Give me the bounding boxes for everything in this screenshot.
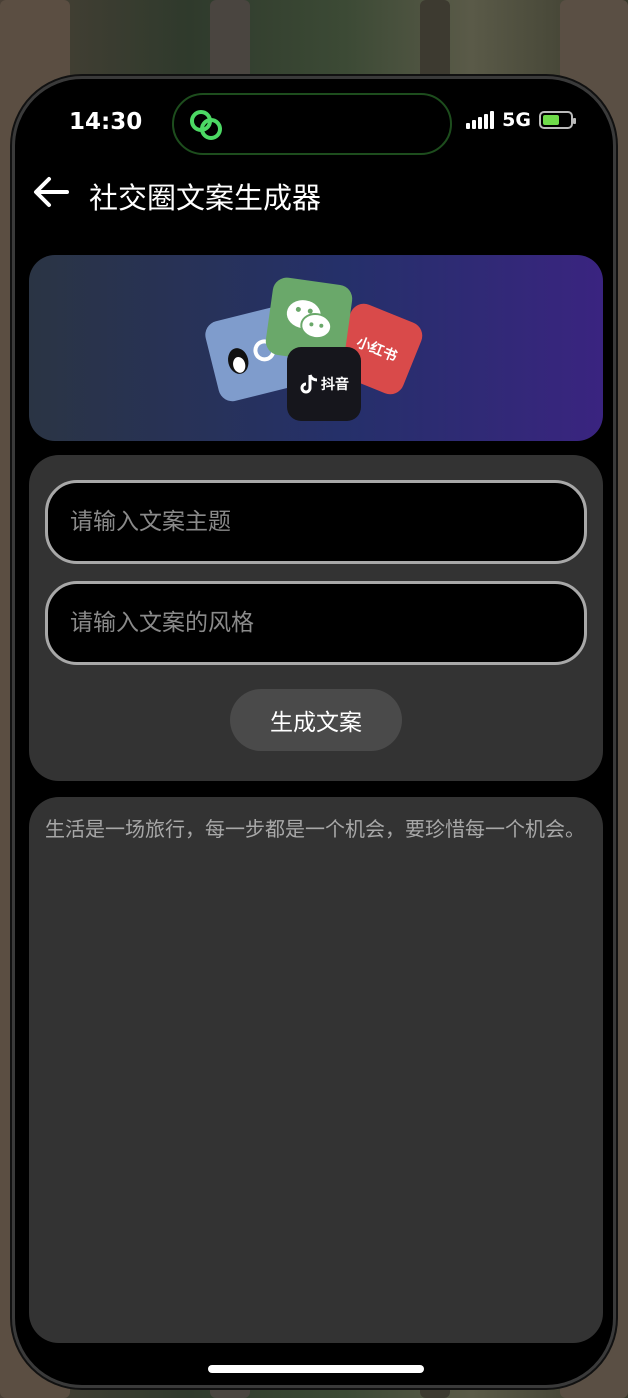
nav-bar: 社交圈文案生成器 (15, 169, 613, 219)
douyin-icon: 抖音 (287, 347, 361, 421)
generate-button[interactable]: 生成文案 (230, 689, 402, 751)
link-icon (190, 110, 222, 140)
topic-input[interactable] (45, 480, 587, 564)
network-type: 5G (502, 109, 531, 131)
status-time: 14:30 (69, 109, 143, 135)
arrow-left-icon[interactable] (31, 175, 71, 209)
social-banner: 小红书 抖音 (29, 255, 603, 441)
input-form: 生成文案 (29, 455, 603, 781)
home-indicator[interactable] (208, 1365, 424, 1373)
result-text: 生活是一场旅行，每一步都是一个机会，要珍惜每一个机会。 (45, 817, 585, 841)
page-title: 社交圈文案生成器 (89, 181, 322, 215)
style-input[interactable] (45, 581, 587, 665)
phone-frame: 14:30 5G 社交圈文案生成器 小红书 抖音 请输入文案主题 请输入文案的风… (12, 76, 616, 1388)
battery-icon (539, 111, 576, 129)
signal-icon (466, 111, 495, 129)
status-bar: 14:30 5G (15, 79, 613, 159)
result-panel: 生活是一场旅行，每一步都是一个机会，要珍惜每一个机会。 (29, 797, 603, 1343)
status-indicators: 5G (466, 109, 576, 131)
dynamic-island[interactable] (172, 93, 452, 155)
